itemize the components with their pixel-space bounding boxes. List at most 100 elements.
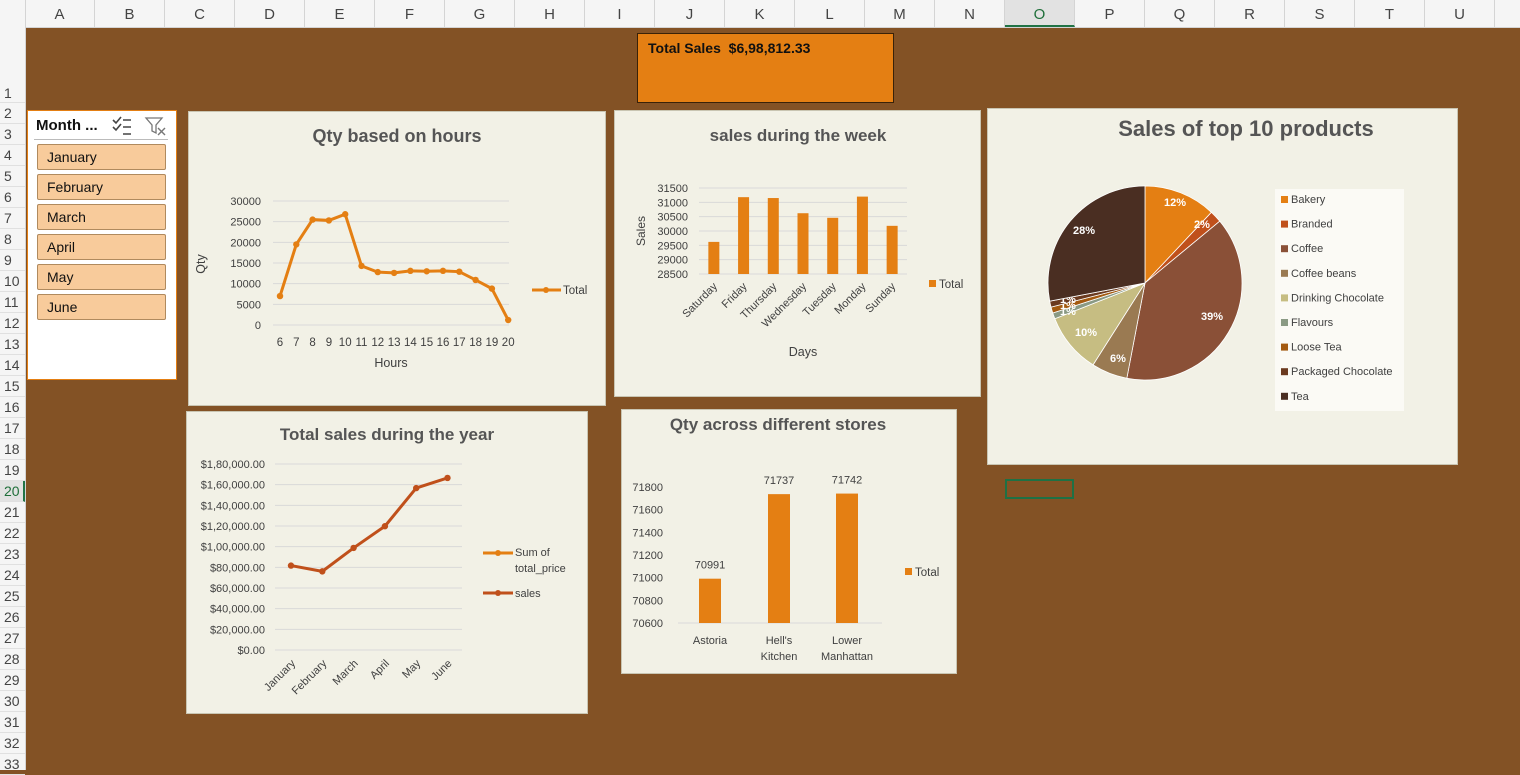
legend-label: Branded xyxy=(1291,219,1333,231)
top-products-pie-chart[interactable]: Sales of top 10 products 12% 2% 39% 6% 10% 1% 1… xyxy=(987,108,1458,465)
column-header-c[interactable]: C xyxy=(165,0,235,27)
y-tick-label: 29500 xyxy=(657,240,688,252)
row-header-13[interactable]: 13 xyxy=(0,334,25,355)
row-header-9[interactable]: 9 xyxy=(0,250,25,271)
row-header-18[interactable]: 18 xyxy=(0,439,25,460)
bar xyxy=(708,241,720,274)
slicer-item-april[interactable]: April xyxy=(37,234,166,260)
legend-label: Tea xyxy=(1291,391,1310,403)
month-slicer[interactable]: Month ... January February March April May Ju… xyxy=(27,110,177,380)
column-header-i[interactable]: I xyxy=(585,0,655,27)
multi-select-icon[interactable] xyxy=(111,115,133,137)
column-header-e[interactable]: E xyxy=(305,0,375,27)
column-header-o[interactable]: O xyxy=(1005,0,1075,27)
row-header-26[interactable]: 26 xyxy=(0,607,25,628)
x-tick-label: 6 xyxy=(277,337,283,349)
bar xyxy=(768,494,790,623)
column-header-p[interactable]: P xyxy=(1075,0,1145,27)
column-header-h[interactable]: H xyxy=(515,0,585,27)
y-axis-label: Sales xyxy=(634,216,648,246)
x-tick-label: 18 xyxy=(469,337,482,349)
legend-label-total: Total xyxy=(563,285,587,297)
bar-data-label: 71737 xyxy=(764,475,795,487)
row-header-33[interactable]: 33 xyxy=(0,754,25,775)
total-sales-value: $6,98,812.33 xyxy=(728,40,811,56)
row-header-21[interactable]: 21 xyxy=(0,502,25,523)
y-tick-label: 10000 xyxy=(230,279,261,291)
row-header-30[interactable]: 30 xyxy=(0,691,25,712)
row-header-14[interactable]: 14 xyxy=(0,355,25,376)
row-header-28[interactable]: 28 xyxy=(0,649,25,670)
y-tick-label: 71200 xyxy=(632,550,663,562)
row-header-3[interactable]: 3 xyxy=(0,124,25,145)
column-header-k[interactable]: K xyxy=(725,0,795,27)
row-header-17[interactable]: 17 xyxy=(0,418,25,439)
yearly-sales-chart[interactable]: Total sales during the year $0.00 $20,000.… xyxy=(186,411,588,714)
row-header-24[interactable]: 24 xyxy=(0,565,25,586)
row-header-8[interactable]: 8 xyxy=(0,229,25,250)
column-header-t[interactable]: T xyxy=(1355,0,1425,27)
weekly-sales-chart[interactable]: sales during the week 28500 29000 29500 3000… xyxy=(614,110,981,397)
row-header-32[interactable]: 32 xyxy=(0,733,25,754)
row-header-25[interactable]: 25 xyxy=(0,586,25,607)
row-header-1[interactable]: 1 xyxy=(0,27,25,103)
select-all-corner[interactable] xyxy=(0,0,26,27)
row-header-6[interactable]: 6 xyxy=(0,187,25,208)
qty-by-hours-chart[interactable]: Qty based on hours 0 5000 10000 15000 20000 25… xyxy=(188,111,606,406)
y-tick-label: $1,40,000.00 xyxy=(201,500,265,512)
slicer-item-march[interactable]: March xyxy=(37,204,166,230)
y-tick-label: 28500 xyxy=(657,269,688,281)
row-header-23[interactable]: 23 xyxy=(0,544,25,565)
row-header-20[interactable]: 20 xyxy=(0,481,25,502)
column-header-a[interactable]: A xyxy=(25,0,95,27)
legend-marker-total xyxy=(905,568,912,575)
row-header-5[interactable]: 5 xyxy=(0,166,25,187)
active-cell-o20[interactable] xyxy=(1005,479,1074,499)
row-header-4[interactable]: 4 xyxy=(0,145,25,166)
column-header-j[interactable]: J xyxy=(655,0,725,27)
row-header-27[interactable]: 27 xyxy=(0,628,25,649)
slicer-item-january[interactable]: January xyxy=(37,144,166,170)
slicer-item-june[interactable]: June xyxy=(37,294,166,320)
column-header-s[interactable]: S xyxy=(1285,0,1355,27)
y-tick-label: 20000 xyxy=(230,237,261,249)
legend-marker-sales xyxy=(495,590,501,596)
row-header-11[interactable]: 11 xyxy=(0,292,25,313)
x-tick-label: 12 xyxy=(371,337,384,349)
column-header-r[interactable]: R xyxy=(1215,0,1285,27)
column-header-q[interactable]: Q xyxy=(1145,0,1215,27)
column-header-l[interactable]: L xyxy=(795,0,865,27)
column-header-bar: ABCDEFGHIJKLMNOPQRSTU xyxy=(0,0,1520,28)
legend-label: Coffee xyxy=(1291,243,1323,255)
column-header-g[interactable]: G xyxy=(445,0,515,27)
slicer-item-february[interactable]: February xyxy=(37,174,166,200)
row-header-31[interactable]: 31 xyxy=(0,712,25,733)
data-point xyxy=(472,276,479,284)
row-header-12[interactable]: 12 xyxy=(0,313,25,334)
column-header-f[interactable]: F xyxy=(375,0,445,27)
row-header-19[interactable]: 19 xyxy=(0,460,25,481)
row-header-22[interactable]: 22 xyxy=(0,523,25,544)
row-header-10[interactable]: 10 xyxy=(0,271,25,292)
clear-filter-icon[interactable] xyxy=(144,115,168,137)
total-sales-card[interactable]: Total Sales $6,98,812.33 xyxy=(637,33,894,103)
legend-label: Coffee beans xyxy=(1291,268,1357,280)
column-header-n[interactable]: N xyxy=(935,0,1005,27)
x-tick-label: April xyxy=(368,658,392,682)
bar-data-label: 70991 xyxy=(695,560,726,572)
column-header-u[interactable]: U xyxy=(1425,0,1495,27)
row-header-16[interactable]: 16 xyxy=(0,397,25,418)
row-header-15[interactable]: 15 xyxy=(0,376,25,397)
store-qty-chart[interactable]: Qty across different stores 70600 70800 710… xyxy=(621,409,957,674)
row-header-2[interactable]: 2 xyxy=(0,103,25,124)
x-tick-label: Saturday xyxy=(680,280,720,320)
slicer-item-may[interactable]: May xyxy=(37,264,166,290)
row-header-7[interactable]: 7 xyxy=(0,208,25,229)
column-header-d[interactable]: D xyxy=(235,0,305,27)
row-header-29[interactable]: 29 xyxy=(0,670,25,691)
column-header-m[interactable]: M xyxy=(865,0,935,27)
legend-marker xyxy=(1281,196,1288,203)
data-point xyxy=(287,562,295,569)
column-header-b[interactable]: B xyxy=(95,0,165,27)
x-tick-label: Monday xyxy=(832,280,869,317)
